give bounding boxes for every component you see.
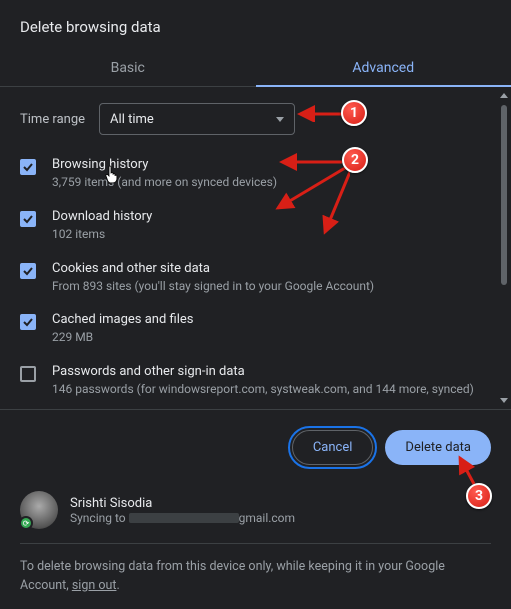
chevron-down-icon — [276, 117, 284, 122]
annotation-badge-3: 3 — [466, 483, 492, 509]
account-row: ⟳ Srishti Sisodia Syncing to gmail.com — [0, 485, 511, 543]
tabs: Basic Advanced — [0, 50, 511, 87]
item-title: Browsing history — [52, 157, 487, 172]
footer-text: . — [116, 578, 119, 593]
list-item: Cached images and files 229 MB — [20, 304, 505, 356]
list-item: Cookies and other site data From 893 sit… — [20, 253, 505, 305]
tab-advanced[interactable]: Advanced — [256, 50, 511, 86]
scrollbar[interactable] — [499, 93, 509, 403]
options-scroll-area: Time range All time Browsing history 3,7… — [0, 87, 511, 409]
list-item: Browsing history 3,759 items (and more o… — [20, 149, 505, 201]
list-item: Passwords and other sign-in data 146 pas… — [20, 356, 505, 408]
checkbox-cookies[interactable] — [20, 263, 36, 279]
redacted — [129, 513, 239, 523]
sync-badge-icon: ⟳ — [19, 516, 33, 530]
scroll-down-icon — [500, 398, 508, 403]
time-range-row: Time range All time — [20, 91, 505, 149]
cancel-button[interactable]: Cancel — [292, 430, 374, 465]
time-range-select[interactable]: All time — [99, 103, 295, 135]
item-sub: 3,759 items (and more on synced devices) — [52, 174, 487, 191]
tab-basic[interactable]: Basic — [0, 50, 256, 86]
item-sub: 102 items — [52, 226, 487, 243]
item-title: Download history — [52, 209, 487, 224]
checkbox-browsing-history[interactable] — [20, 159, 36, 175]
checkbox-cached[interactable] — [20, 314, 36, 330]
delete-data-button[interactable]: Delete data — [385, 430, 491, 465]
item-sub: 229 MB — [52, 329, 487, 346]
annotation-badge-2: 2 — [342, 147, 368, 173]
checkbox-download-history[interactable] — [20, 211, 36, 227]
time-range-label: Time range — [20, 112, 85, 127]
item-title: Cookies and other site data — [52, 261, 487, 276]
sign-out-link[interactable]: sign out — [72, 578, 117, 593]
item-title: Cached images and files — [52, 312, 487, 327]
item-sub: 146 passwords (for windowsreport.com, sy… — [52, 381, 487, 398]
item-title: Passwords and other sign-in data — [52, 364, 487, 379]
checkbox-passwords[interactable] — [20, 366, 36, 382]
account-name: Srishti Sisodia — [70, 496, 295, 511]
item-sub: From 893 sites (you'll stay signed in to… — [52, 278, 487, 295]
time-range-value: All time — [110, 112, 154, 127]
account-sync-status: Syncing to gmail.com — [70, 511, 295, 525]
scrollbar-thumb[interactable] — [501, 105, 507, 285]
action-row: Cancel Delete data — [0, 410, 511, 485]
scroll-up-icon — [500, 93, 508, 98]
dialog-title: Delete browsing data — [0, 0, 511, 50]
footer-note: To delete browsing data from this device… — [0, 544, 511, 596]
annotation-badge-1: 1 — [341, 100, 367, 126]
list-item: Download history 102 items — [20, 201, 505, 253]
avatar: ⟳ — [20, 491, 58, 529]
